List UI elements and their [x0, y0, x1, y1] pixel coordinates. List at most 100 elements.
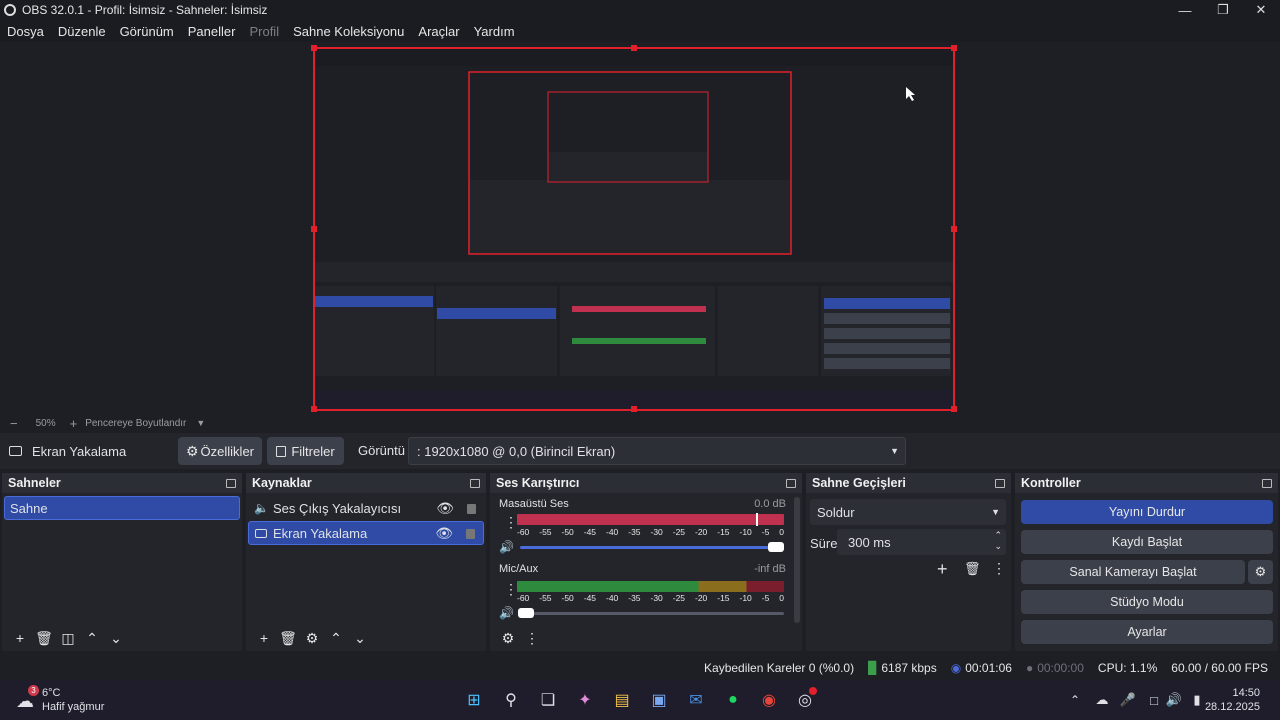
preview-area[interactable]: [0, 42, 1280, 414]
clock-date[interactable]: 28.12.2025: [1205, 701, 1260, 713]
scene-item-sahne[interactable]: Sahne: [4, 496, 240, 520]
slider-handle[interactable]: [518, 608, 534, 618]
kebab-menu-icon[interactable]: ⋮: [504, 581, 518, 598]
tray-overflow-icon[interactable]: ⌃: [1063, 688, 1087, 712]
maximize-button[interactable]: ❐: [1204, 0, 1242, 20]
menu-paneller[interactable]: Paneller: [181, 24, 243, 39]
mixer-title: Ses Karıştırıcı: [496, 476, 580, 490]
outlook-icon[interactable]: ✉: [684, 688, 708, 712]
scale-mode-dropdown-icon[interactable]: ▼: [196, 418, 205, 428]
zoom-in-button[interactable]: +: [70, 416, 78, 431]
eye-icon[interactable]: 👁: [436, 500, 454, 517]
obs-logo-icon: [4, 4, 16, 16]
source-item-screen[interactable]: Ekran Yakalama 👁: [248, 521, 484, 545]
move-down-icon[interactable]: ⌄: [104, 630, 128, 647]
onedrive-icon[interactable]: ☁: [1090, 688, 1114, 712]
channel-name: Mic/Aux: [499, 563, 539, 575]
filter-icon: [276, 445, 287, 457]
gear-icon: ⚙: [1254, 564, 1267, 579]
menu-sahne-koleksiyonu[interactable]: Sahne Koleksiyonu: [286, 24, 411, 39]
minimize-button[interactable]: —: [1166, 0, 1204, 20]
settings-button[interactable]: Ayarlar: [1021, 620, 1273, 644]
clock-time[interactable]: 14:50: [1232, 687, 1260, 699]
menu-araclar[interactable]: Araçlar: [411, 24, 466, 39]
stop-streaming-button[interactable]: Yayını Durdur: [1021, 500, 1273, 524]
eye-icon[interactable]: 👁: [435, 525, 453, 542]
studio-mode-button[interactable]: Stüdyo Modu: [1021, 590, 1273, 614]
cpu-usage: CPU: 1.1%: [1097, 661, 1158, 675]
virtual-camera-settings-button[interactable]: ⚙: [1248, 560, 1273, 584]
start-virtual-camera-button[interactable]: Sanal Kamerayı Başlat: [1021, 560, 1245, 584]
menu-gorunum[interactable]: Görünüm: [113, 24, 181, 39]
add-source-button[interactable]: +: [252, 630, 276, 646]
copilot-icon[interactable]: ✦: [573, 688, 597, 712]
audio-mixer-dock: Ses Karıştırıcı Masaüstü Ses 0.0 dB ⋮ -6…: [490, 473, 802, 651]
microphone-icon[interactable]: 🎤: [1116, 688, 1140, 712]
lock-icon[interactable]: [466, 529, 475, 539]
add-scene-button[interactable]: +: [8, 630, 32, 646]
stream-time: 00:01:06: [965, 661, 1012, 675]
trash-icon[interactable]: 🗑: [276, 630, 300, 647]
volume-icon[interactable]: 🔊: [1162, 688, 1186, 712]
undock-icon[interactable]: [786, 478, 796, 488]
task-view-icon[interactable]: ❏: [536, 688, 560, 712]
undock-icon[interactable]: [1262, 478, 1272, 488]
lock-icon[interactable]: [467, 504, 476, 514]
scene-filters-icon[interactable]: ◫: [56, 630, 80, 647]
move-up-icon[interactable]: ⌃: [324, 630, 348, 647]
source-item-label: Ses Çıkış Yakalayıcısı: [272, 500, 402, 516]
kebab-menu-icon[interactable]: ⋮: [520, 630, 544, 647]
chrome-icon[interactable]: ◉: [757, 688, 781, 712]
status-bar: Kaybedilen Kareler 0 (%0.0) ▉ 6187 kbps …: [0, 658, 1280, 678]
display-select[interactable]: : 1920x1080 @ 0,0 (Birincil Ekran) ▼: [408, 437, 906, 465]
kebab-menu-icon[interactable]: ⋮: [504, 514, 518, 531]
filters-button[interactable]: Filtreler: [267, 437, 344, 465]
speaker-icon[interactable]: 🔊: [499, 540, 514, 554]
duration-input[interactable]: 300 ms ⌃ ⌄: [837, 529, 1006, 555]
kebab-menu-icon[interactable]: ⋮: [992, 560, 1006, 577]
menu-profil[interactable]: Profil: [242, 24, 286, 39]
menu-duzenle[interactable]: Düzenle: [51, 24, 113, 39]
move-up-icon[interactable]: ⌃: [80, 630, 104, 647]
speaker-icon[interactable]: 🔊: [499, 606, 514, 620]
scene-item-label: Sahne: [10, 500, 48, 516]
record-status-icon: ●: [1025, 661, 1034, 675]
trash-icon[interactable]: 🗑: [32, 630, 56, 647]
mixer-scrollbar[interactable]: [794, 497, 800, 623]
current-source-name: Ekran Yakalama: [32, 443, 127, 459]
scale-mode[interactable]: Pencereye Boyutlandır: [85, 418, 186, 429]
meter-peak: [756, 513, 758, 526]
file-explorer-icon[interactable]: ▤: [610, 688, 634, 712]
properties-button[interactable]: ⚙ Özellikler: [178, 437, 262, 465]
search-icon[interactable]: ⚲: [499, 688, 523, 712]
zoom-out-button[interactable]: −: [10, 416, 18, 431]
gear-icon[interactable]: ⚙: [300, 630, 324, 647]
channel-level: -inf dB: [754, 563, 786, 575]
slider-handle[interactable]: [768, 542, 784, 552]
source-item-audio[interactable]: 🔈 Ses Çıkış Yakalayıcısı 👁: [248, 496, 484, 520]
spin-down-icon[interactable]: ⌄: [994, 541, 1002, 552]
menu-yardim[interactable]: Yardım: [467, 24, 522, 39]
channel-level: 0.0 dB: [754, 498, 786, 510]
start-recording-button[interactable]: Kaydı Başlat: [1021, 530, 1273, 554]
weather-badge: 3: [28, 685, 39, 696]
mixer-settings-icon[interactable]: ⚙: [496, 630, 520, 647]
windows-start-icon[interactable]: ⊞: [462, 688, 486, 712]
move-down-icon[interactable]: ⌄: [348, 630, 372, 647]
mic-audio-meter: [517, 581, 784, 592]
mic-volume-slider[interactable]: [520, 612, 784, 615]
spin-up-icon[interactable]: ⌃: [994, 530, 1002, 541]
trash-icon[interactable]: 🗑: [964, 561, 981, 577]
add-transition-button[interactable]: +: [937, 559, 948, 580]
undock-icon[interactable]: [226, 478, 236, 488]
desktop-volume-slider[interactable]: [520, 546, 784, 549]
weather-widget[interactable]: ☁ 3 6°C Hafif yağmur: [16, 685, 136, 715]
spotify-icon[interactable]: ●: [721, 688, 745, 712]
menu-dosya[interactable]: Dosya: [0, 24, 51, 39]
undock-icon[interactable]: [470, 478, 480, 488]
close-button[interactable]: ✕: [1242, 0, 1280, 20]
transition-select[interactable]: Soldur ▼: [810, 499, 1006, 525]
store-icon[interactable]: ▣: [647, 688, 671, 712]
preview-capture-image: [311, 45, 957, 412]
undock-icon[interactable]: [995, 478, 1005, 488]
